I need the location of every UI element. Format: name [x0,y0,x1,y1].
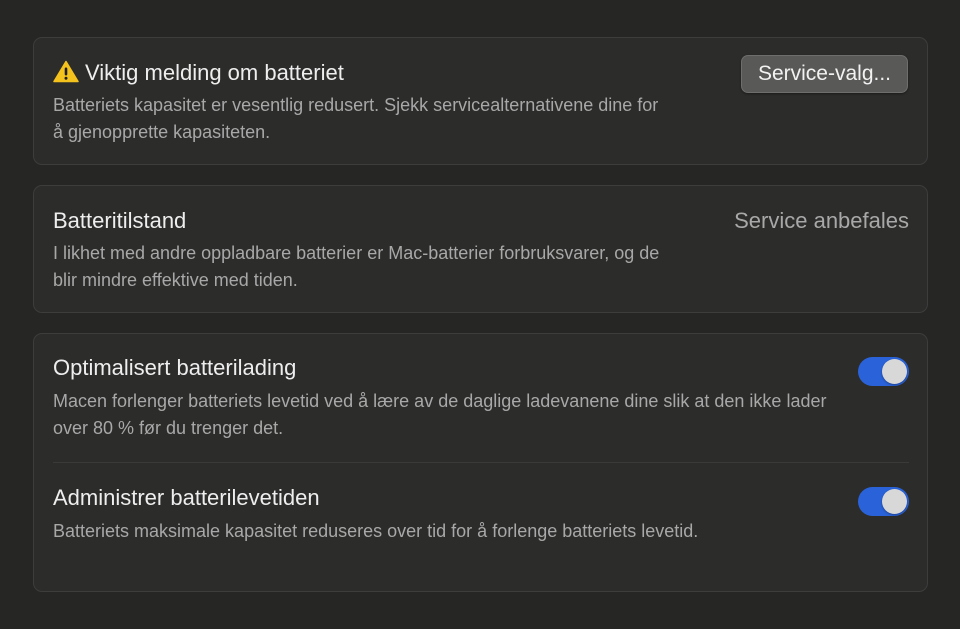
optimized-charging-toggle[interactable] [858,357,909,386]
divider [53,462,909,463]
warning-title-row: Viktig melding om batteriet [53,60,344,89]
battery-health-title: Batteritilstand [53,208,187,233]
battery-warning-card: Viktig melding om batteriet Batteriets k… [33,37,928,165]
toggle-knob [882,359,907,384]
manage-lifespan-toggle[interactable] [858,487,909,516]
battery-health-card: Batteritilstand I likhet med andre oppla… [33,185,928,313]
warning-title: Viktig melding om batteriet [85,60,344,85]
battery-settings-pane: Viktig melding om batteriet Batteriets k… [0,0,960,629]
manage-lifespan-description: Batteriets maksimale kapasitet reduseres… [53,521,699,541]
battery-health-description: I likhet med andre oppladbare batterier … [53,243,660,290]
warning-description: Batteriets kapasitet er vesentlig reduse… [53,95,659,142]
battery-settings-card: Optimalisert batterilading Macen forleng… [33,333,928,592]
service-options-button[interactable]: Service-valg... [740,55,908,93]
manage-lifespan-title: Administrer batterilevetiden [53,485,320,510]
toggle-knob [882,489,907,514]
optimized-charging-title: Optimalisert batterilading [53,355,297,380]
optimized-charging-description: Macen forlenger batteriets levetid ved å… [53,391,827,438]
warning-triangle-icon [53,60,79,89]
battery-health-status: Service anbefales [734,208,909,233]
